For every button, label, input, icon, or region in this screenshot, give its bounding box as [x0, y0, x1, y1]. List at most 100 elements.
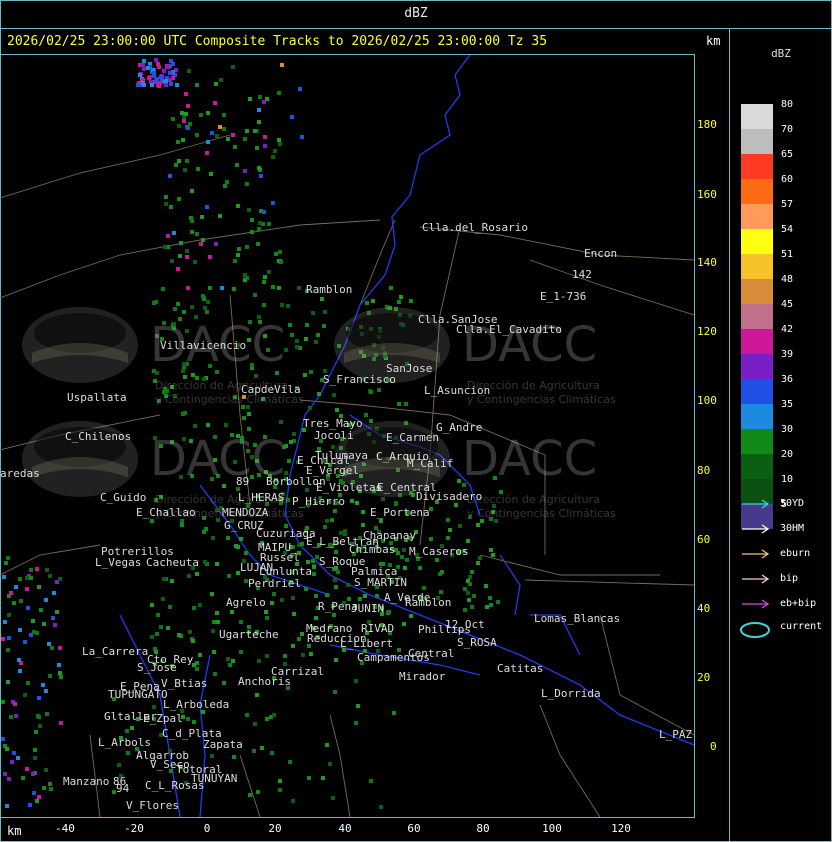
radar-echo — [147, 76, 151, 80]
radar-echo — [12, 601, 16, 605]
radar-echo — [155, 632, 159, 636]
radar-echo — [1, 637, 5, 641]
river-line — [391, 55, 471, 246]
radar-echo — [289, 440, 293, 444]
radar-echo — [177, 124, 181, 128]
radar-echo — [50, 646, 54, 650]
place-label: Zapata — [203, 738, 243, 751]
radar-echo — [210, 131, 214, 135]
radar-echo — [239, 537, 243, 541]
radar-echo — [297, 637, 301, 641]
radar-map[interactable]: DACC Dirección de Agricultura y Continge… — [0, 54, 695, 818]
place-label: La_Carrera — [82, 645, 149, 658]
radar-echo — [343, 529, 347, 533]
radar-echo — [379, 519, 383, 523]
radar-echo — [45, 568, 49, 572]
radar-echo — [291, 644, 295, 648]
radar-echo — [206, 423, 210, 427]
radar-echo — [467, 598, 471, 602]
radar-echo — [47, 642, 51, 646]
scale-swatch — [741, 179, 773, 204]
radar-echo — [6, 680, 10, 684]
place-label: V_Flores — [126, 799, 179, 812]
radar-echo — [271, 285, 275, 289]
radar-echo — [478, 556, 482, 560]
track-legend-label: current — [780, 621, 823, 632]
track-arrow-icon — [742, 549, 770, 559]
place-label: Lomas_Blancas — [534, 612, 621, 625]
radar-echo — [29, 568, 33, 572]
radar-echo — [300, 135, 304, 139]
radar-echo — [245, 182, 249, 186]
radar-echo — [463, 587, 467, 591]
radar-echo — [470, 570, 474, 574]
radar-echo — [35, 631, 39, 635]
scale-entry: 80 — [741, 99, 803, 129]
radar-echo — [32, 791, 36, 795]
dacc-logo-icon — [22, 307, 138, 383]
radar-echo — [182, 310, 186, 314]
y-tick-label: 120 — [697, 325, 717, 338]
radar-echo — [485, 605, 489, 609]
radar-echo — [202, 297, 206, 301]
scale-entry: 20 — [741, 449, 803, 479]
radar-echo — [214, 82, 218, 86]
boundary-line — [0, 544, 101, 576]
radar-echo — [42, 786, 46, 790]
radar-echo — [168, 605, 172, 609]
radar-echo — [201, 238, 205, 242]
radar-echo — [196, 167, 200, 171]
radar-echo — [258, 221, 262, 225]
radar-echo — [161, 597, 165, 601]
radar-echo — [291, 799, 295, 803]
radar-echo — [164, 79, 168, 83]
radar-echo — [6, 648, 10, 652]
place-label: Cacheuta — [146, 556, 199, 569]
place-label: G_Andre — [436, 421, 483, 434]
radar-echo — [400, 555, 404, 559]
radar-echo — [448, 528, 452, 532]
scale-entry: 70 — [741, 124, 803, 154]
radar-echo — [37, 585, 41, 589]
radar-echo — [466, 591, 470, 595]
radar-echo — [226, 536, 230, 540]
radar-echo — [250, 218, 254, 222]
radar-echo — [3, 772, 7, 776]
radar-echo — [1, 737, 5, 741]
radar-echo — [298, 87, 302, 91]
radar-echo — [17, 658, 21, 662]
radar-echo — [170, 579, 174, 583]
radar-echo — [180, 111, 184, 115]
radar-echo — [58, 671, 62, 675]
radar-echo — [198, 653, 202, 657]
radar-echo — [422, 586, 426, 590]
radar-echo — [312, 572, 316, 576]
radar-echo — [321, 776, 325, 780]
radar-echo — [224, 423, 228, 427]
radar-echo — [7, 777, 11, 781]
radar-echo — [252, 749, 256, 753]
radar-echo — [203, 560, 207, 564]
radar-echo — [286, 304, 290, 308]
radar-echo — [255, 693, 259, 697]
radar-echo — [199, 242, 203, 246]
scale-entry: 35 — [741, 399, 803, 429]
radar-echo — [25, 576, 29, 580]
radar-echo — [198, 603, 202, 607]
radar-echo — [166, 626, 170, 630]
radar-echo — [141, 63, 145, 67]
scale-entry: 60 — [741, 174, 803, 204]
radar-echo — [292, 432, 296, 436]
scale-swatch — [741, 229, 773, 254]
scale-label: 80 — [781, 99, 794, 110]
radar-echo — [404, 402, 408, 406]
scale-label: 70 — [781, 124, 794, 135]
radar-echo — [392, 711, 396, 715]
boundary-line — [524, 579, 694, 586]
radar-echo — [186, 104, 190, 108]
place-label: S_MARTIN — [354, 576, 407, 589]
radar-echo — [272, 592, 276, 596]
place-label: E_Carmen — [386, 431, 439, 444]
radar-echo — [181, 412, 185, 416]
radar-echo — [236, 253, 240, 257]
